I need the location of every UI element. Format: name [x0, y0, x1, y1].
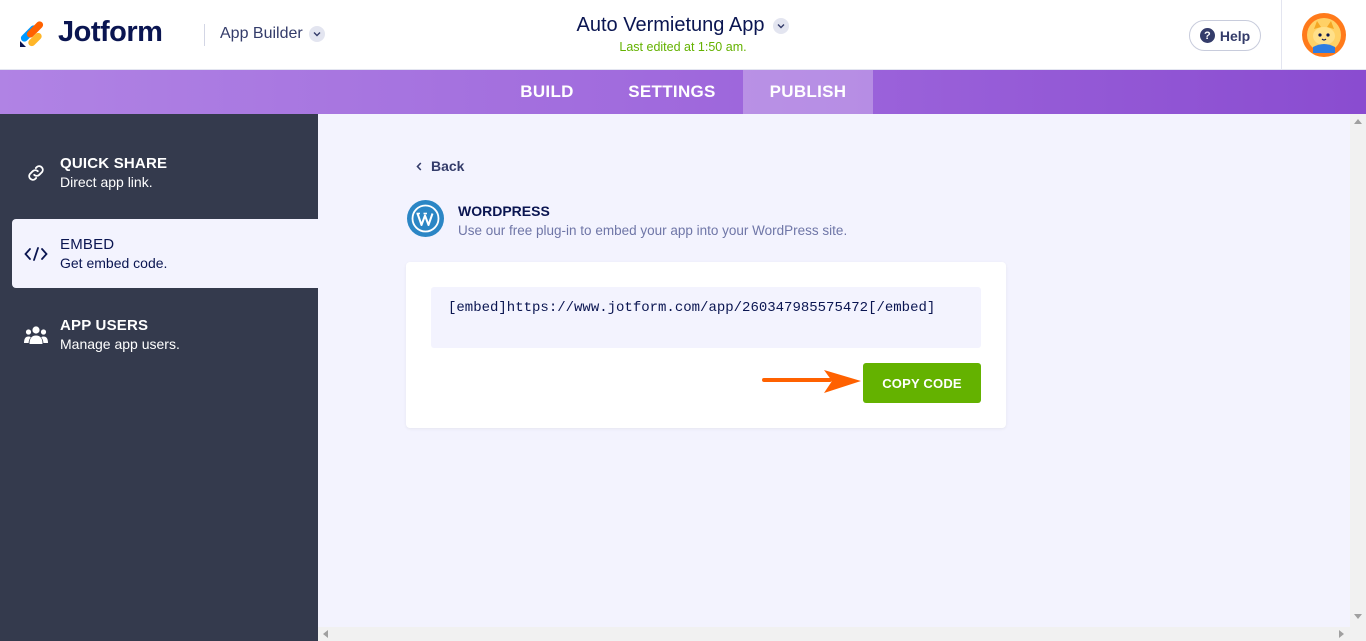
- chevron-left-icon: [416, 161, 422, 171]
- code-icon: [12, 246, 60, 262]
- help-label: Help: [1219, 27, 1251, 44]
- section-title: WORDPRESS: [458, 203, 550, 219]
- section-description: Use our free plug-in to embed your app i…: [458, 223, 848, 238]
- sidebar-item-subtitle: Get embed code.: [60, 255, 168, 271]
- publish-sidebar: QUICK SHARE Direct app link. EMBED Get e…: [0, 114, 318, 641]
- jotform-logo[interactable]: Jotform: [18, 16, 163, 49]
- jotform-logo-icon: [20, 20, 44, 47]
- chevron-down-icon: [308, 26, 325, 42]
- help-button[interactable]: ? Help: [1189, 20, 1261, 51]
- sidebar-item-subtitle: Direct app link.: [60, 174, 153, 190]
- wordpress-icon: [407, 200, 444, 237]
- avatar[interactable]: [1302, 13, 1346, 57]
- arrow-right-icon: [762, 370, 861, 393]
- scroll-right-icon[interactable]: [1339, 630, 1344, 638]
- top-header: Jotform App Builder Auto Vermietung App …: [0, 0, 1366, 70]
- tab-publish[interactable]: PUBLISH: [743, 70, 873, 114]
- tab-build[interactable]: BUILD: [500, 70, 594, 114]
- sidebar-item-title: APP USERS: [60, 317, 149, 334]
- vertical-scrollbar[interactable]: [1350, 114, 1366, 627]
- header-divider: [204, 24, 205, 46]
- scroll-left-icon[interactable]: [323, 630, 328, 638]
- chevron-down-icon: [773, 17, 790, 34]
- embed-card: [embed]https://www.jotform.com/app/26034…: [406, 262, 1006, 428]
- main-tabs: BUILD SETTINGS PUBLISH: [0, 70, 1366, 114]
- back-link[interactable]: Back: [416, 158, 464, 174]
- back-label: Back: [431, 158, 465, 174]
- embed-code-box[interactable]: [embed]https://www.jotform.com/app/26034…: [431, 287, 981, 348]
- sidebar-item-app-users[interactable]: APP USERS Manage app users.: [12, 300, 318, 369]
- copy-code-button[interactable]: COPY CODE: [863, 363, 981, 403]
- link-icon: [12, 162, 60, 184]
- scrollbar-corner: [1350, 627, 1366, 641]
- sidebar-item-quick-share[interactable]: QUICK SHARE Direct app link.: [12, 138, 318, 207]
- app-builder-dropdown[interactable]: App Builder: [220, 25, 325, 43]
- sidebar-item-embed[interactable]: EMBED Get embed code.: [12, 219, 318, 288]
- question-icon: ?: [1199, 28, 1215, 43]
- app-title: Auto Vermietung App: [576, 14, 765, 36]
- logo-text: Jotform: [58, 16, 163, 48]
- tab-settings[interactable]: SETTINGS: [602, 70, 742, 114]
- scroll-up-icon[interactable]: [1354, 119, 1362, 124]
- app-builder-label: App Builder: [220, 25, 303, 42]
- last-edited-status: Last edited at 1:50 am.: [619, 40, 747, 54]
- cat-avatar-icon: [1307, 18, 1341, 53]
- users-icon: [12, 324, 60, 346]
- app-title-block: Auto Vermietung App Last edited at 1:50 …: [483, 14, 883, 54]
- sidebar-item-subtitle: Manage app users.: [60, 336, 180, 352]
- sidebar-item-title: QUICK SHARE: [60, 155, 168, 172]
- scroll-down-icon[interactable]: [1354, 614, 1362, 619]
- app-title-dropdown[interactable]: Auto Vermietung App: [577, 14, 790, 37]
- header-divider: [1281, 0, 1282, 70]
- horizontal-scrollbar[interactable]: [318, 627, 1350, 641]
- sidebar-item-title: EMBED: [60, 236, 115, 253]
